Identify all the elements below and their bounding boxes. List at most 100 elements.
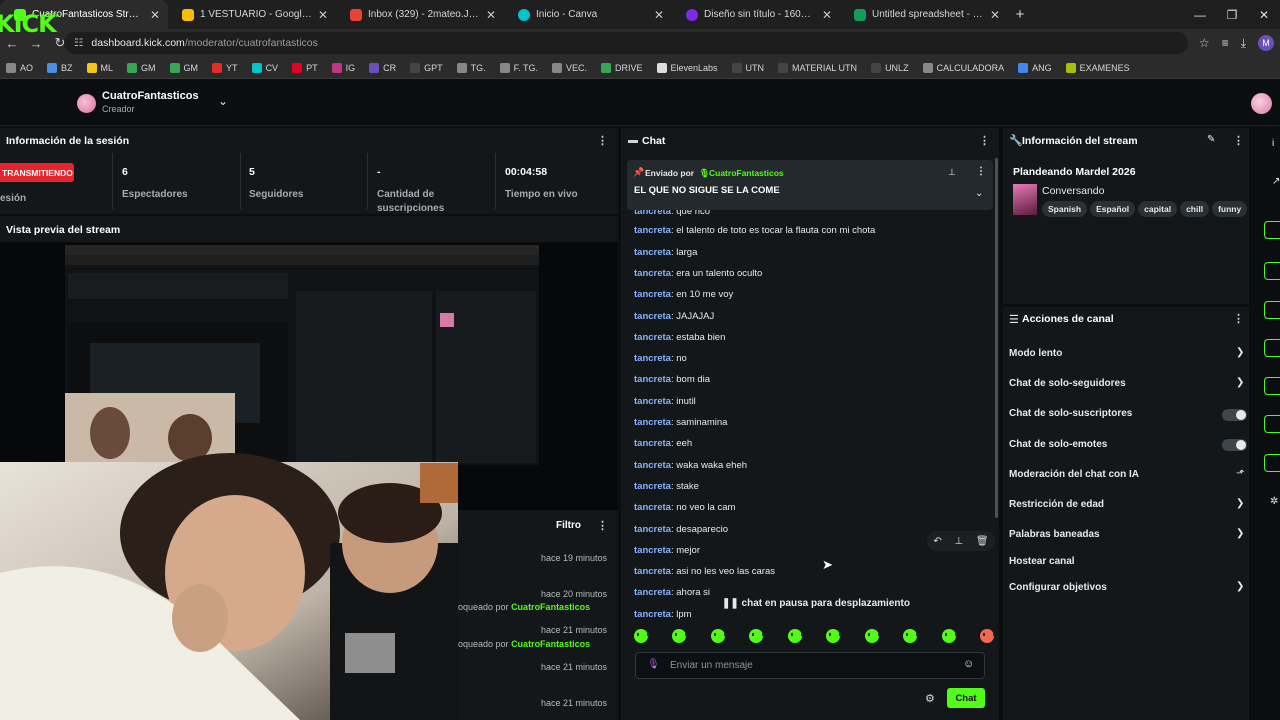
bookmark-item[interactable]: CV — [251, 62, 278, 73]
chat-message[interactable]: tancreta: asi no les veo las caras — [634, 566, 775, 577]
close-icon[interactable]: ✕ — [654, 8, 664, 22]
chevron-right-icon[interactable]: ❯ — [1236, 528, 1244, 539]
new-tab-plus-icon[interactable]: + — [1008, 0, 1032, 29]
chevron-right-icon[interactable]: ❯ — [1236, 498, 1244, 509]
chevron-right-icon[interactable]: ❯ — [1236, 347, 1244, 358]
tag[interactable]: funny — [1212, 201, 1248, 217]
more-options-icon[interactable]: ⋮ — [1233, 312, 1244, 325]
microphone-icon[interactable]: 🎙 — [647, 659, 660, 670]
chat-username[interactable]: tancreta — [634, 545, 671, 556]
action-age-restriction[interactable]: Restricción de edad — [1009, 499, 1104, 510]
emote-icon[interactable] — [903, 629, 919, 643]
chat-username[interactable]: tancreta — [634, 247, 671, 258]
activity-user[interactable]: CuatroFantasticos — [511, 602, 590, 612]
chat-username[interactable]: tancreta — [634, 311, 671, 322]
chat-message[interactable]: tancreta: el talento de toto es tocar la… — [634, 225, 875, 236]
pinned-user[interactable]: CuatroFantasticos — [709, 168, 784, 178]
category-thumbnail[interactable] — [1013, 184, 1037, 215]
download-icon[interactable]: ⤓ — [1241, 36, 1246, 51]
info-icon[interactable]: i — [1272, 138, 1274, 149]
chat-username[interactable]: tancreta — [634, 396, 671, 407]
bookmark-item[interactable]: F. TG. — [499, 62, 538, 73]
close-icon[interactable]: ✕ — [150, 8, 160, 22]
more-options-icon[interactable]: ⋮ — [979, 134, 990, 147]
tag[interactable]: Spanish — [1042, 201, 1088, 217]
chat-message[interactable]: tancreta: waka waka eheh — [634, 460, 747, 471]
chat-username[interactable]: tancreta — [634, 374, 671, 385]
emote-icon[interactable] — [634, 629, 649, 643]
category-name[interactable]: Conversando — [1042, 185, 1104, 197]
emote-icon[interactable] — [826, 629, 842, 643]
bookmark-item[interactable]: GM — [127, 62, 156, 73]
chat-username[interactable]: tancreta — [634, 566, 671, 577]
chat-message[interactable]: tancreta: era un talento oculto — [634, 268, 762, 279]
emote-icon[interactable] — [864, 629, 880, 643]
bookmark-item[interactable]: VEC. — [551, 62, 587, 73]
channel-avatar[interactable] — [77, 94, 96, 113]
chat-username[interactable]: tancreta — [634, 268, 671, 279]
bookmark-item[interactable]: ElevenLabs — [656, 62, 718, 73]
emote-icon[interactable] — [787, 629, 803, 643]
playlist-icon[interactable]: ≡ — [1222, 36, 1229, 50]
chat-message[interactable]: tancreta: bom dia — [634, 374, 710, 385]
chat-username[interactable]: tancreta — [634, 289, 671, 300]
rail-tool-icon[interactable] — [1264, 377, 1280, 395]
chevron-right-icon[interactable]: ❯ — [1236, 377, 1244, 388]
tab-canva-design[interactable]: Diseño sin título - 1600 × 900 p ✕ — [672, 0, 840, 29]
bookmark-item[interactable]: UNLZ — [871, 62, 909, 73]
bookmark-item[interactable]: PT — [292, 62, 318, 73]
tab-canva[interactable]: Inicio - Canva ✕ — [504, 0, 672, 29]
pin-icon[interactable]: ⊥ — [954, 536, 963, 547]
maximize-icon[interactable]: ❐ — [1216, 0, 1248, 29]
settings-icon[interactable]: ✲ — [1270, 496, 1278, 507]
chat-username[interactable]: tancreta — [634, 332, 671, 343]
tab-sheets[interactable]: Untitled spreadsheet - Google ✕ — [840, 0, 1008, 29]
tab-gmail[interactable]: Inbox (329) - 2mateo.Jois2007@ ✕ — [336, 0, 504, 29]
more-options-icon[interactable]: ⋮ — [1233, 134, 1244, 147]
close-window-icon[interactable]: ✕ — [1248, 0, 1280, 29]
chat-username[interactable]: tancreta — [634, 502, 671, 513]
bookmark-item[interactable]: CALCULADORA — [922, 62, 1004, 73]
rail-tool-icon[interactable] — [1264, 415, 1280, 433]
rail-tool-icon[interactable] — [1264, 454, 1280, 472]
action-banned-words[interactable]: Palabras baneadas — [1009, 529, 1100, 540]
bookmark-item[interactable]: ML — [86, 62, 113, 73]
chat-message[interactable]: tancreta: larga — [634, 247, 697, 258]
gear-icon[interactable]: ⚙ — [925, 692, 935, 705]
emotes-only-toggle[interactable] — [1222, 439, 1247, 451]
emote-icon[interactable] — [979, 629, 995, 643]
trash-icon[interactable]: 🗑 — [976, 536, 989, 547]
chat-username[interactable]: tancreta — [634, 353, 671, 364]
subscribers-only-toggle[interactable] — [1222, 409, 1247, 421]
chevron-down-icon[interactable]: ⌄ — [218, 94, 228, 108]
chat-username[interactable]: tancreta — [634, 481, 671, 492]
chat-message[interactable]: tancreta: lpm — [634, 609, 692, 620]
bookmark-item[interactable]: BZ — [47, 62, 73, 73]
send-chat-button[interactable]: Chat — [947, 688, 985, 708]
action-slow-mode[interactable]: Modo lento — [1009, 348, 1062, 359]
chat-username[interactable]: tancreta — [634, 417, 671, 428]
chat-message[interactable]: tancreta: mejor — [634, 545, 700, 556]
bookmark-item[interactable]: TG. — [456, 62, 486, 73]
rail-tool-icon[interactable] — [1264, 301, 1280, 319]
chat-message[interactable]: tancreta: desaparecio — [634, 524, 728, 535]
chat-username[interactable]: tancreta — [634, 524, 671, 535]
bookmark-item[interactable]: IG — [331, 62, 355, 73]
chat-username[interactable]: tancreta — [634, 460, 671, 471]
edit-icon[interactable]: ↗ — [1272, 176, 1280, 187]
bookmark-item[interactable]: MATERIAL UTN — [778, 62, 857, 73]
unpin-icon[interactable]: ⊥ — [948, 167, 956, 178]
tag[interactable]: Español — [1090, 201, 1136, 217]
chat-message[interactable]: tancreta: stake — [634, 481, 699, 492]
bookmark-item[interactable]: CR — [369, 62, 396, 73]
url-field[interactable]: ☷ dashboard.kick.com/moderator/cuatrofan… — [64, 32, 1188, 54]
rail-tool-icon[interactable] — [1264, 221, 1280, 239]
chat-paused-notice[interactable]: ❚❚ chat en pausa para desplazamiento — [722, 598, 910, 609]
emoji-icon[interactable]: ☺ — [963, 658, 974, 670]
rail-tool-icon[interactable] — [1264, 262, 1280, 280]
action-host-channel[interactable]: Hostear canal — [1009, 556, 1075, 567]
chat-message[interactable]: tancreta: estaba bien — [634, 332, 725, 343]
close-icon[interactable]: ✕ — [822, 8, 832, 22]
chat-input[interactable]: 🎙 Enviar un mensaje ☺ — [635, 652, 985, 679]
chat-message[interactable]: tancreta: no — [634, 353, 687, 364]
